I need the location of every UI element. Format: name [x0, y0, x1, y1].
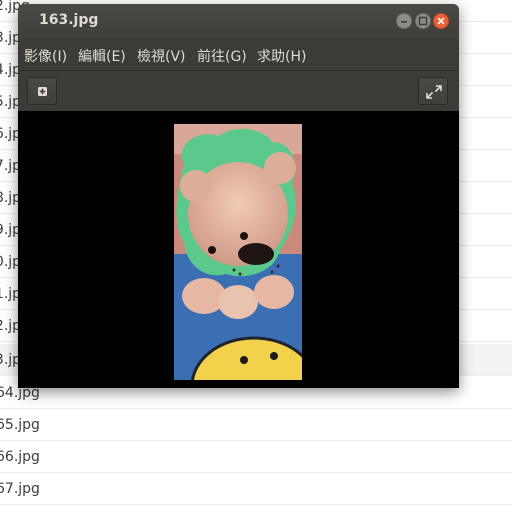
minimize-button[interactable] [396, 13, 412, 29]
title-bar[interactable]: 163.jpg [18, 4, 459, 38]
file-name: 66.jpg [0, 449, 40, 465]
minimize-icon [401, 21, 407, 23]
add-icon [38, 87, 47, 96]
file-list-row[interactable]: 67.jpg [0, 473, 512, 505]
image-canvas[interactable] [18, 111, 459, 388]
file-name: 65.jpg [0, 417, 40, 433]
displayed-photo [174, 124, 302, 380]
fullscreen-icon [426, 85, 442, 99]
image-viewer-window: 163.jpg 影像(I) 編輯(E) 檢視(V) 前往(G) 求助(H) [18, 4, 459, 388]
toolbar [18, 70, 459, 112]
plush-toy-photo [174, 124, 302, 380]
close-button[interactable] [433, 13, 449, 29]
file-name: 67.jpg [0, 481, 40, 497]
window-title: 163.jpg [39, 12, 99, 28]
menu-image[interactable]: 影像(I) [24, 46, 67, 66]
close-icon [437, 17, 445, 25]
file-list-row[interactable]: 65.jpg [0, 409, 512, 441]
maximize-button[interactable] [415, 13, 431, 29]
maximize-icon [418, 16, 428, 26]
menu-view[interactable]: 檢視(V) [137, 46, 186, 66]
menu-help[interactable]: 求助(H) [257, 46, 306, 66]
menu-bar: 影像(I) 編輯(E) 檢視(V) 前往(G) 求助(H) [18, 38, 459, 70]
add-button[interactable] [27, 77, 57, 105]
menu-go[interactable]: 前往(G) [197, 46, 247, 66]
menu-edit[interactable]: 編輯(E) [78, 46, 126, 66]
fullscreen-button[interactable] [418, 77, 448, 105]
file-list-row[interactable]: 66.jpg [0, 441, 512, 473]
